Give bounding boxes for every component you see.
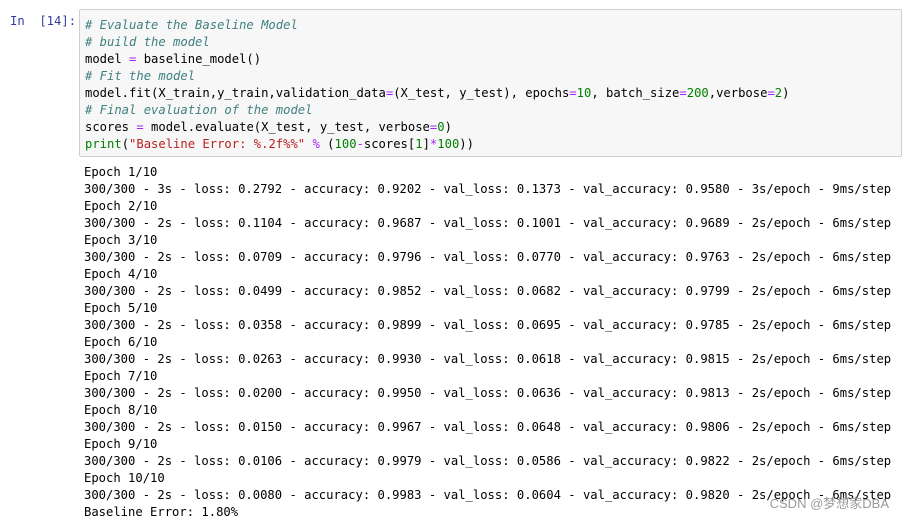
code-line: # build the model (85, 34, 789, 51)
code-token-plain: ( (121, 137, 130, 151)
output-line: Epoch 10/10 (84, 471, 165, 485)
code-token-plain: model.evaluate(X_test, y_test, verbose (143, 120, 430, 134)
code-line: # Final evaluation of the model (85, 102, 789, 119)
code-token-num: 0 (437, 120, 445, 134)
code-token-comment: # build the model (85, 35, 210, 49)
code-token-num: 200 (686, 86, 709, 100)
code-token-plain: ( (319, 137, 335, 151)
code-token-num: 10 (576, 86, 592, 100)
code-token-op: - (356, 137, 364, 151)
watermark: CSDN @梦想家DBA (769, 496, 889, 511)
code-line: # Evaluate the Baseline Model (85, 17, 789, 34)
code-line: # Fit the model (85, 68, 789, 85)
code-line: print("Baseline Error: %.2f%%" % (100-sc… (85, 136, 789, 153)
output-line: Epoch 2/10 (84, 199, 158, 213)
code-line: model = baseline_model() (85, 51, 789, 68)
output-line: 300/300 - 2s - loss: 0.0150 - accuracy: … (84, 420, 892, 434)
output-line: 300/300 - 2s - loss: 0.1104 - accuracy: … (84, 216, 892, 230)
output-line: Epoch 4/10 (84, 267, 158, 281)
code-line: model.fit(X_train,y_train,validation_dat… (85, 85, 789, 102)
output-line: Epoch 8/10 (84, 403, 158, 417)
code-token-plain: scores (85, 120, 137, 134)
code-token-num: 100 (334, 137, 357, 151)
code-token-str: "Baseline Error: %.2f%%" (129, 137, 306, 151)
code-token-num: 100 (437, 137, 460, 151)
code-token-plain: ) (444, 120, 452, 134)
code-token-comment: # Fit the model (85, 69, 196, 83)
output-line: 300/300 - 2s - loss: 0.0358 - accuracy: … (84, 318, 892, 332)
code-token-op: = (767, 86, 775, 100)
output-line: 300/300 - 3s - loss: 0.2792 - accuracy: … (84, 182, 892, 196)
output-line: 300/300 - 2s - loss: 0.0263 - accuracy: … (84, 352, 892, 366)
code-token-plain: , batch_size (591, 86, 680, 100)
code-token-op: = (136, 120, 144, 134)
code-token-plain: ) (782, 86, 790, 100)
output-line: Epoch 1/10 (84, 165, 158, 179)
cell-output: Epoch 1/10 300/300 - 3s - loss: 0.2792 - … (84, 164, 891, 521)
cell-prompt: In [14]: (10, 14, 77, 28)
code-token-builtin: print (85, 137, 122, 151)
code-token-comment: # Evaluate the Baseline Model (85, 18, 298, 32)
output-line: Epoch 9/10 (84, 437, 158, 451)
code-token-plain: ,verbose (708, 86, 768, 100)
code-token-plain: baseline_model() (136, 52, 262, 66)
output-line: 300/300 - 2s - loss: 0.0499 - accuracy: … (84, 284, 892, 298)
code-line: scores = model.evaluate(X_test, y_test, … (85, 119, 789, 136)
code-token-plain: model (85, 52, 130, 66)
output-line: Epoch 3/10 (84, 233, 158, 247)
code-editor[interactable]: # Evaluate the Baseline Model # build the… (85, 17, 789, 153)
output-line: Epoch 6/10 (84, 335, 158, 349)
code-token-num: 1 (415, 137, 423, 151)
code-token-plain: (X_test, y_test), epochs (393, 86, 570, 100)
code-token-comment: # Final evaluation of the model (85, 103, 313, 117)
output-line: Epoch 7/10 (84, 369, 158, 383)
output-line: 300/300 - 2s - loss: 0.0200 - accuracy: … (84, 386, 892, 400)
code-token-plain: ] (422, 137, 430, 151)
output-line: 300/300 - 2s - loss: 0.0106 - accuracy: … (84, 454, 892, 468)
code-token-plain: )) (459, 137, 474, 151)
code-token-op: = (679, 86, 687, 100)
code-token-op: % (312, 137, 320, 151)
output-line: 300/300 - 2s - loss: 0.0709 - accuracy: … (84, 250, 892, 264)
code-token-plain: scores[ (363, 137, 416, 151)
code-cell[interactable]: # Evaluate the Baseline Model # build the… (79, 9, 902, 157)
code-token-plain: model.fit(X_train,y_train,validation_dat… (85, 86, 386, 100)
code-token-op: = (569, 86, 577, 100)
output-line: Epoch 5/10 (84, 301, 158, 315)
